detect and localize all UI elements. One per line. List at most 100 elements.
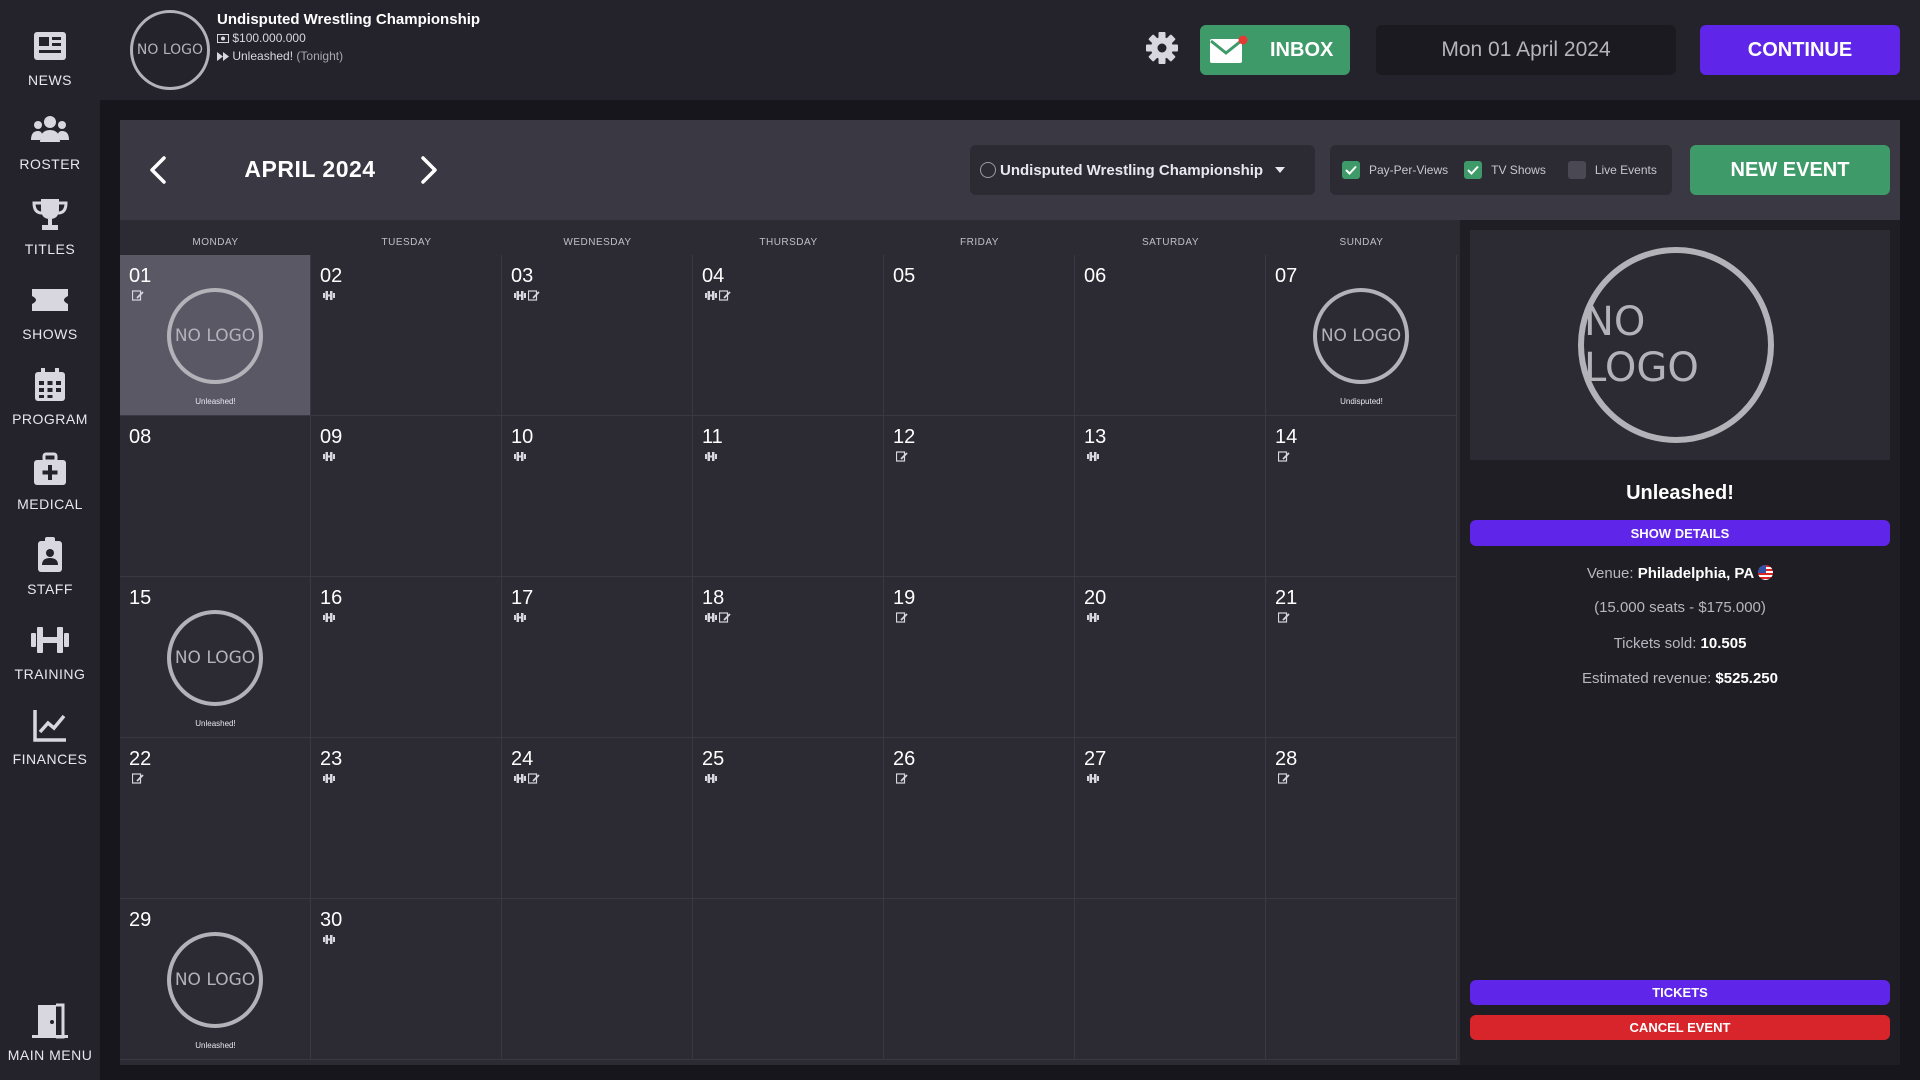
calendar-day-cell[interactable]: 15 NO LOGO Unleashed! <box>120 577 311 738</box>
calendar-day-cell[interactable]: 19 <box>884 577 1075 738</box>
ppv-label: Pay-Per-Views <box>1369 163 1449 177</box>
weekday-header: SUNDAY <box>1339 237 1384 248</box>
live-events-checkbox[interactable] <box>1567 161 1586 179</box>
day-activity-icons <box>705 290 731 301</box>
calendar-day-cell[interactable]: 13 <box>1075 416 1266 577</box>
day-number: 25 <box>702 748 725 770</box>
nav-titles-label: TITLES <box>24 241 76 257</box>
caret-down-icon <box>1275 167 1286 173</box>
nav-roster[interactable]: ROSTER <box>0 106 100 186</box>
cancel-event-button[interactable]: CANCEL EVENT <box>1470 1015 1890 1040</box>
calendar-day-cell[interactable]: 20 <box>1075 577 1266 738</box>
training-dumbbell-icon <box>705 613 717 622</box>
dumbbell-icon <box>31 627 69 653</box>
nav-news[interactable]: NEWS <box>0 22 100 102</box>
mail-icon <box>1210 35 1248 63</box>
calendar-day-cell[interactable]: 10 <box>502 416 693 577</box>
next-show-info: Unleashed! (Tonight) <box>217 49 343 63</box>
filter-tv-shows[interactable]: TV Shows <box>1464 161 1546 179</box>
day-activity-icons <box>514 773 540 784</box>
nav-training-label: TRAINING <box>14 666 86 682</box>
door-exit-icon <box>32 1003 68 1039</box>
calendar-day-cell[interactable]: 26 <box>884 738 1075 899</box>
calendar-day-cell[interactable]: 27 <box>1075 738 1266 899</box>
nav-medical[interactable]: MEDICAL <box>0 446 100 526</box>
calendar-day-cell[interactable]: 17 <box>502 577 693 738</box>
next-month-arrow-icon[interactable] <box>411 153 445 187</box>
promotion-mini-logo <box>980 162 996 178</box>
calendar-day-cell[interactable]: 08 <box>120 416 311 577</box>
calendar-day-cell[interactable]: 23 <box>311 738 502 899</box>
calendar-day-cell[interactable]: 24 <box>502 738 693 899</box>
tickets-sold-label: Tickets sold: <box>1613 635 1697 652</box>
inbox-button[interactable]: INBOX <box>1200 25 1350 75</box>
calendar-day-cell[interactable]: 14 <box>1266 416 1457 577</box>
calendar-day-cell[interactable]: 30 <box>311 899 502 1060</box>
notes-icon <box>528 773 540 784</box>
calendar-icon <box>35 368 65 401</box>
calendar-day-cell[interactable]: 12 <box>884 416 1075 577</box>
day-number: 05 <box>893 265 916 287</box>
training-dumbbell-icon <box>514 291 526 300</box>
day-activity-icons <box>514 612 526 623</box>
calendar-day-cell[interactable]: 11 <box>693 416 884 577</box>
training-dumbbell-icon <box>323 613 335 622</box>
calendar-day-cell[interactable]: 18 <box>693 577 884 738</box>
calendar-day-cell[interactable]: 02 <box>311 255 502 416</box>
day-number: 15 <box>129 587 152 609</box>
day-activity-icons <box>514 451 526 462</box>
calendar-day-cell[interactable]: 16 <box>311 577 502 738</box>
calendar-day-cell[interactable]: 06 <box>1075 255 1266 416</box>
venue-capacity: (15.000 seats - $175.000) <box>1594 599 1766 616</box>
tv-shows-checkbox[interactable] <box>1464 161 1483 179</box>
next-show-name: Unleashed! <box>232 49 294 63</box>
show-logo: NO LOGO <box>167 288 263 384</box>
medical-icon <box>34 452 66 485</box>
day-number: 01 <box>129 265 152 287</box>
day-activity-icons <box>1087 773 1099 784</box>
day-activity-icons <box>514 290 540 301</box>
nav-program[interactable]: PROGRAM <box>0 361 100 441</box>
day-number: 27 <box>1084 748 1107 770</box>
calendar-day-cell[interactable]: 09 <box>311 416 502 577</box>
tickets-button[interactable]: TICKETS <box>1470 980 1890 1005</box>
day-activity-icons <box>132 773 144 784</box>
calendar-day-cell[interactable]: 25 <box>693 738 884 899</box>
nav-main-menu[interactable]: MAIN MENU <box>0 997 100 1077</box>
day-number: 26 <box>893 748 916 770</box>
show-name: Unleashed! <box>195 1041 236 1050</box>
calendar-day-cell[interactable]: 22 <box>120 738 311 899</box>
new-event-button[interactable]: NEW EVENT <box>1690 145 1890 195</box>
notes-icon <box>132 773 144 784</box>
ticket-icon <box>32 289 68 311</box>
nav-titles[interactable]: TITLES <box>0 191 100 271</box>
day-activity-icons <box>1278 773 1290 784</box>
nav-training[interactable]: TRAINING <box>0 616 100 696</box>
filter-ppv[interactable]: Pay-Per-Views <box>1342 161 1448 179</box>
day-number: 17 <box>511 587 534 609</box>
continue-button[interactable]: CONTINUE <box>1700 25 1900 75</box>
show-details-button[interactable]: SHOW DETAILS <box>1470 520 1890 546</box>
calendar-day-cell[interactable]: 01 NO LOGO Unleashed! <box>120 255 311 416</box>
calendar-day-cell[interactable]: 21 <box>1266 577 1457 738</box>
settings-gear-icon[interactable] <box>1144 30 1180 66</box>
nav-medical-label: MEDICAL <box>17 496 83 512</box>
calendar-day-cell[interactable]: 05 <box>884 255 1075 416</box>
promotion-logo[interactable]: NO LOGO <box>130 10 210 90</box>
nav-shows[interactable]: SHOWS <box>0 276 100 356</box>
nav-finances[interactable]: FINANCES <box>0 701 100 781</box>
calendar-empty-cell <box>1075 899 1266 1060</box>
calendar-day-cell[interactable]: 03 <box>502 255 693 416</box>
calendar-day-cell[interactable]: 04 <box>693 255 884 416</box>
filter-live-events[interactable]: Live Events <box>1567 161 1657 179</box>
calendar-day-cell[interactable]: 29 NO LOGO Unleashed! <box>120 899 311 1060</box>
day-activity-icons <box>705 773 717 784</box>
promotion-select[interactable]: Undisputed Wrestling Championship <box>970 145 1315 195</box>
calendar-day-cell[interactable]: 28 <box>1266 738 1457 899</box>
event-logo-box: NO LOGO <box>1470 230 1890 460</box>
ppv-checkbox[interactable] <box>1342 161 1360 179</box>
prev-month-arrow-icon[interactable] <box>142 153 176 187</box>
promotion-select-value: Undisputed Wrestling Championship <box>1000 161 1264 179</box>
nav-staff[interactable]: STAFF <box>0 531 100 611</box>
calendar-day-cell[interactable]: 07 NO LOGO Undisputed! <box>1266 255 1457 416</box>
